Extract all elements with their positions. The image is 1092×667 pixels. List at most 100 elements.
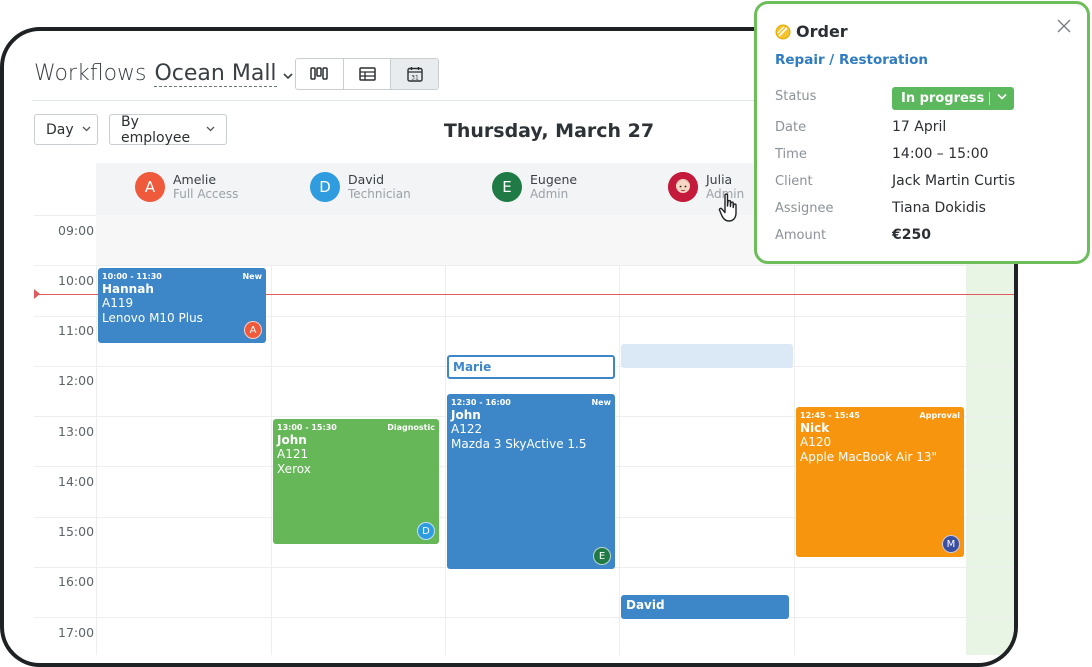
event-card-david[interactable]: David <box>621 595 789 619</box>
grid-line <box>34 567 96 568</box>
grid-line <box>34 215 96 216</box>
popup-title: Order <box>796 22 848 41</box>
chevron-down-icon[interactable] <box>282 69 293 84</box>
range-dropdown[interactable]: Day <box>34 114 98 145</box>
close-icon[interactable] <box>1057 18 1073 34</box>
column-divider <box>96 265 97 655</box>
group-dropdown-label: By employee <box>121 113 191 146</box>
employee-column-david[interactable]: D David Technician <box>310 172 411 202</box>
location-selector[interactable]: Ocean Mall <box>154 61 277 87</box>
avatar: A <box>244 321 262 339</box>
svg-text:31: 31 <box>411 74 419 81</box>
event-time: 10:00 - 11:30 <box>102 272 162 281</box>
range-dropdown-label: Day <box>46 121 74 138</box>
status-label: Status <box>775 89 817 104</box>
date-value: 17 April <box>892 119 947 135</box>
calendar-view-icon: 31 <box>406 67 423 82</box>
employee-name: David <box>348 172 385 187</box>
assignee-row: Assignee Tiana Dokidis <box>775 199 1075 221</box>
event-tag: New <box>591 398 611 407</box>
event-device: Xerox <box>277 462 311 476</box>
time-label: 10:00 <box>58 273 95 288</box>
time-label: 15:00 <box>58 524 95 539</box>
assignee-label: Assignee <box>775 201 834 216</box>
event-placeholder[interactable] <box>621 344 793 368</box>
status-value: In progress <box>901 91 985 106</box>
event-card-hannah[interactable]: 10:00 - 11:30 New Hannah A119 Lenovo M10… <box>98 268 266 343</box>
grid-line <box>34 416 96 417</box>
event-tag: Diagnostic <box>387 423 435 432</box>
grid-line <box>34 366 96 367</box>
current-time-marker-icon <box>34 289 40 299</box>
status-row: Status In progress <box>775 87 1075 110</box>
grid-line <box>34 316 96 317</box>
calendar-view-button[interactable]: 31 <box>391 59 438 89</box>
kanban-view-icon <box>310 67 329 80</box>
avatar: E <box>492 172 522 202</box>
status-dropdown[interactable]: In progress <box>892 87 1014 110</box>
title-prefix: Workflows <box>34 61 147 86</box>
employee-column-amelie[interactable]: A Amelie Full Access <box>135 172 238 202</box>
employee-column-eugene[interactable]: E Eugene Admin <box>492 172 577 202</box>
avatar: E <box>593 547 611 565</box>
employee-role: Technician <box>348 187 411 201</box>
event-client: John <box>451 408 481 422</box>
grid-line <box>34 517 96 518</box>
date-title: Thursday, March 27 <box>443 120 655 142</box>
table-view-button[interactable] <box>343 59 392 89</box>
user-photo-icon <box>668 172 698 202</box>
event-code: A121 <box>277 447 309 461</box>
order-type-link[interactable]: Repair / Restoration <box>775 52 928 68</box>
chevron-down-icon <box>206 124 215 135</box>
chevron-down-icon <box>82 124 91 135</box>
status-divider <box>989 92 990 105</box>
employee-name: Julia <box>706 172 733 187</box>
client-label: Client <box>775 174 813 189</box>
event-code: A120 <box>800 435 832 449</box>
event-client: David <box>626 598 665 612</box>
event-tag: Approval <box>919 411 960 420</box>
event-card-marie[interactable]: Marie <box>447 355 615 379</box>
time-label: 09:00 <box>58 223 95 238</box>
time-label: Time <box>775 147 807 162</box>
event-code: A122 <box>451 422 483 436</box>
order-popup: Order Repair / Restoration Status In pro… <box>754 1 1090 264</box>
employee-role: Full Access <box>173 187 239 201</box>
time-label: 17:00 <box>58 625 95 640</box>
column-divider <box>445 265 446 655</box>
group-dropdown[interactable]: By employee <box>109 113 227 146</box>
column-divider <box>619 265 620 655</box>
time-value: 14:00 – 15:00 <box>892 146 989 162</box>
event-card-john-xerox[interactable]: 13:00 - 15:30 Diagnostic John A121 Xerox… <box>273 419 439 544</box>
time-row: Time 14:00 – 15:00 <box>775 145 1075 167</box>
event-card-john-mazda[interactable]: 12:30 - 16:00 New John A122 Mazda 3 SkyA… <box>447 394 615 569</box>
avatar: D <box>417 522 435 540</box>
event-device: Mazda 3 SkyActive 1.5 <box>451 437 587 451</box>
avatar: M <box>942 535 960 553</box>
event-client: John <box>277 433 307 447</box>
time-label: 14:00 <box>58 474 95 489</box>
event-code: A119 <box>102 296 134 310</box>
event-tag: New <box>242 272 262 281</box>
avatar <box>668 172 698 202</box>
status-pending-icon <box>775 24 791 39</box>
available-column-highlight <box>966 261 1014 655</box>
date-label: Date <box>775 120 807 135</box>
grid-line <box>96 617 1014 618</box>
event-client: Hannah <box>102 282 154 296</box>
chevron-down-icon <box>997 90 1007 103</box>
event-client: Nick <box>800 421 830 435</box>
grid-line <box>96 265 1014 266</box>
time-label: 16:00 <box>58 574 95 589</box>
client-value: Jack Martin Curtis <box>892 173 1016 189</box>
date-row: Date 17 April <box>775 118 1075 140</box>
time-label: 12:00 <box>58 373 95 388</box>
event-card-nick[interactable]: 12:45 - 15:45 Approval Nick A120 Apple M… <box>796 407 964 557</box>
employee-name: Eugene <box>530 172 578 187</box>
view-switcher: 31 <box>295 58 439 90</box>
grid-line <box>34 617 96 618</box>
avatar: A <box>135 172 165 202</box>
kanban-view-button[interactable] <box>296 59 344 89</box>
event-time: 12:30 - 16:00 <box>451 398 511 407</box>
assignee-value: Tiana Dokidis <box>892 200 986 216</box>
